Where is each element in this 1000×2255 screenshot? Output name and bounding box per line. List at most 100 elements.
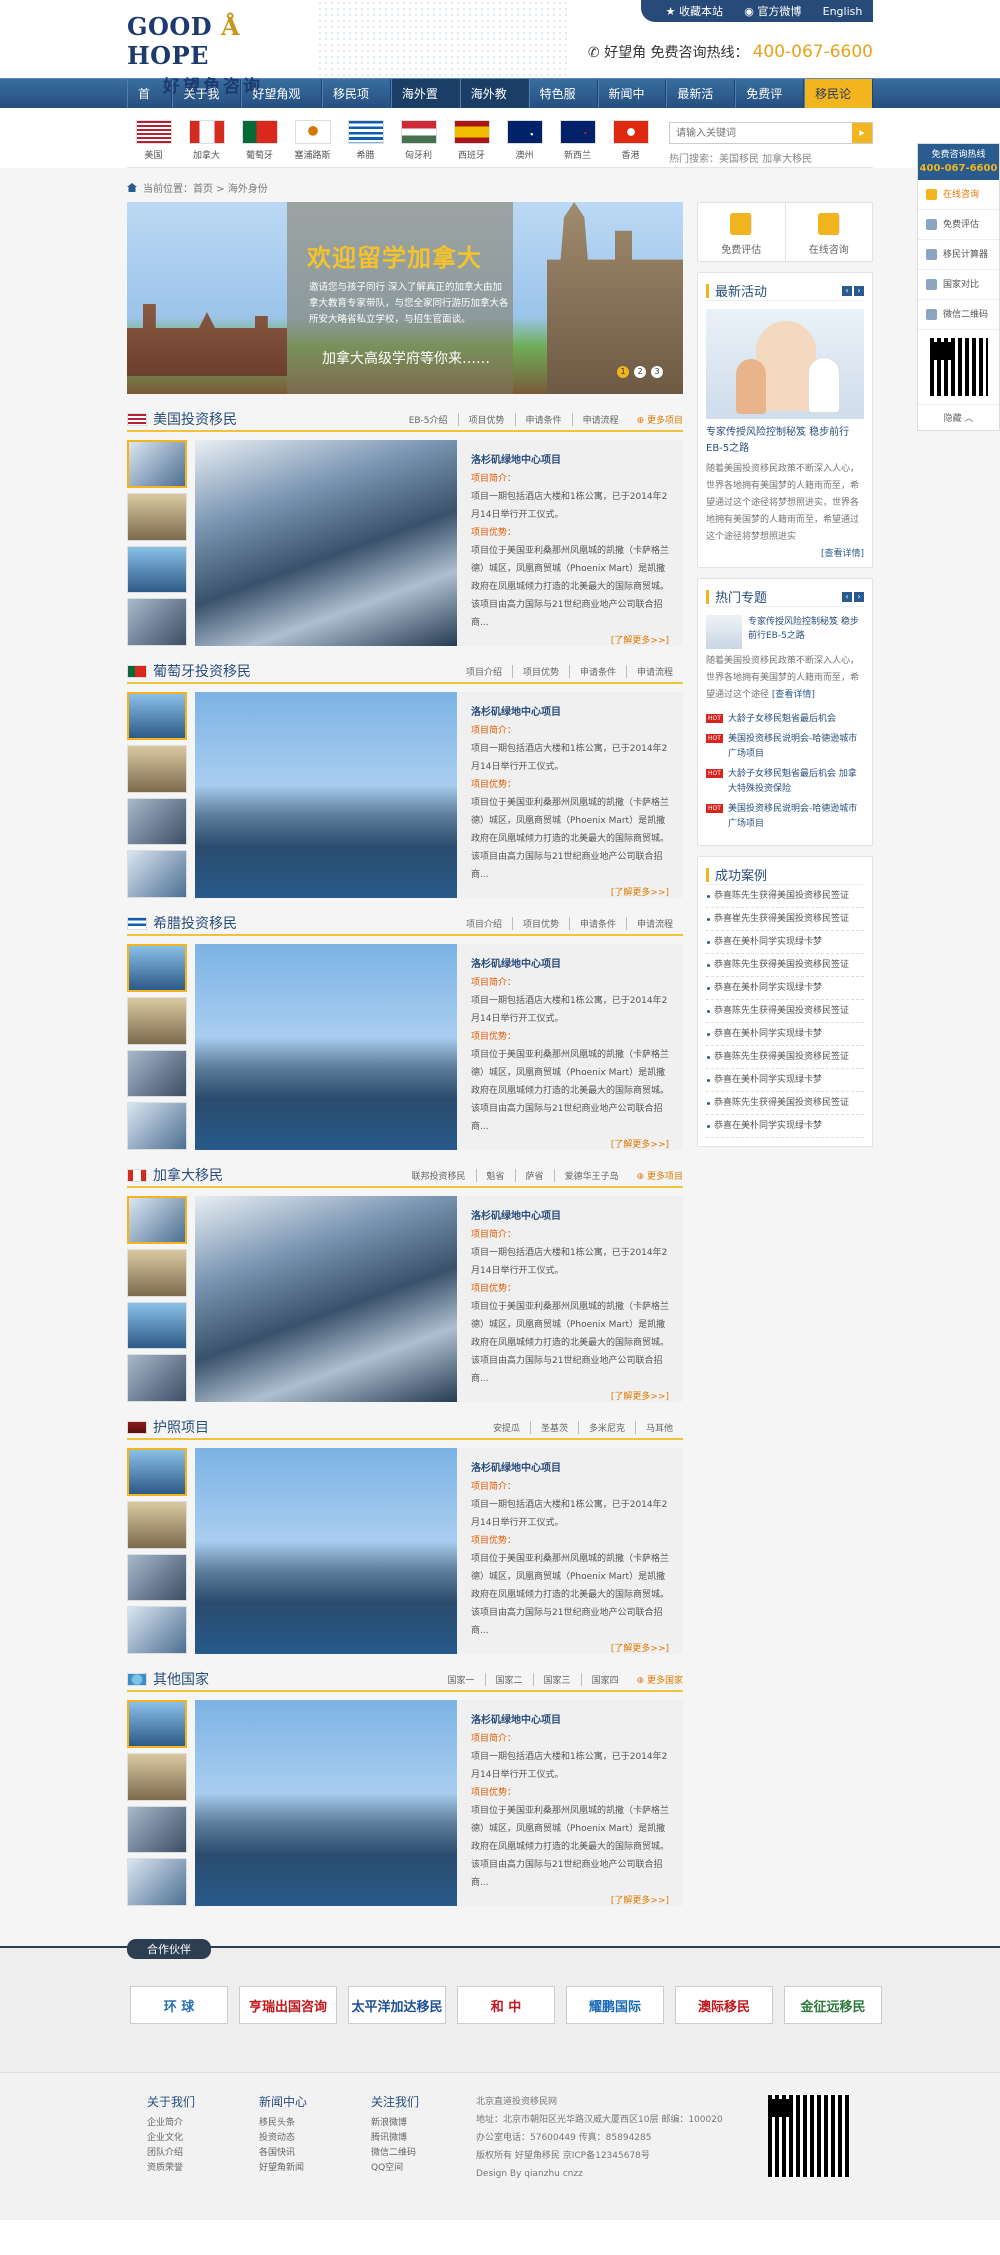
project-title[interactable]: 洛杉矶绿地中心项目 (471, 1712, 669, 1730)
prev-arrow-icon[interactable]: ‹ (842, 591, 852, 602)
nav-item-1[interactable]: 关于我们 (172, 79, 242, 131)
footer-link[interactable]: 企业文化 (147, 2131, 195, 2146)
project-image[interactable] (195, 1448, 457, 1654)
nav-item-2[interactable]: 好望角观点 (241, 79, 322, 131)
thumbnail[interactable] (127, 440, 187, 488)
thumbnail[interactable] (127, 1752, 187, 1801)
thumbnail[interactable] (127, 1858, 187, 1907)
case-item[interactable]: 恭喜在美朴同学实现绿卡梦 (706, 931, 864, 954)
section-link[interactable]: 项目优势 (457, 412, 515, 426)
activity-image[interactable] (706, 309, 864, 419)
nav-item-7[interactable]: 新闻中心 (597, 79, 667, 131)
project-title[interactable]: 洛杉矶绿地中心项目 (471, 956, 669, 974)
case-item[interactable]: 恭喜陈先生获得美国投资移民签证 (706, 1092, 864, 1115)
activity-caption[interactable]: 专家传授风险控制秘笈 稳步前行EB-5之路 (706, 425, 864, 457)
footer-link[interactable]: QQ空间 (371, 2161, 419, 2176)
banner-dot-3[interactable]: 3 (651, 366, 663, 378)
section-link[interactable]: 项目优势 (511, 916, 569, 930)
hot-list-item[interactable]: HOT 美国投资移民说明会-哈德逊城市广场项目 (706, 732, 864, 762)
thumbnail[interactable] (127, 744, 187, 793)
section-link[interactable]: 国家三 (532, 1672, 581, 1686)
footer-link[interactable]: 企业简介 (147, 2116, 195, 2131)
footer-link[interactable]: 新浪微博 (371, 2116, 419, 2131)
case-item[interactable]: 恭喜在美朴同学实现绿卡梦 (706, 1115, 864, 1138)
country-flag-2[interactable]: 葡萄牙 (233, 120, 286, 161)
next-arrow-icon[interactable]: › (854, 285, 864, 296)
project-title[interactable]: 洛杉矶绿地中心项目 (471, 452, 669, 470)
case-item[interactable]: 恭喜陈先生获得美国投资移民签证 (706, 885, 864, 908)
footer-link[interactable]: 团队介绍 (147, 2146, 195, 2161)
section-link[interactable]: 申请条件 (568, 664, 626, 678)
section-link[interactable]: 马耳他 (634, 1420, 683, 1434)
section-link[interactable]: 魁省 (475, 1168, 515, 1182)
nav-item-4[interactable]: 海外置业 (390, 79, 460, 131)
country-flag-0[interactable]: 美国 (127, 120, 180, 161)
float-item-4[interactable]: 微信二维码 (918, 300, 999, 330)
activity-detail-link[interactable]: [查看详情] (706, 546, 864, 559)
section-link[interactable]: 爱德华王子岛 (553, 1168, 629, 1182)
favorite-link[interactable]: ★ 收藏本站 (666, 3, 723, 19)
country-flag-3[interactable]: 塞浦路斯 (286, 120, 339, 161)
project-title[interactable]: 洛杉矶绿地中心项目 (471, 704, 669, 722)
float-item-3[interactable]: 国家对比 (918, 270, 999, 300)
thumbnail[interactable] (127, 1354, 187, 1403)
thumbnail[interactable] (127, 1248, 187, 1297)
case-item[interactable]: 恭喜在美朴同学实现绿卡梦 (706, 1023, 864, 1046)
free-eval-button[interactable]: 免费评估 (698, 203, 786, 261)
nav-item-6[interactable]: 特色服务 (528, 79, 598, 131)
section-link[interactable]: 多米尼克 (577, 1420, 635, 1434)
partner-logo[interactable]: 金征远移民 (784, 1986, 882, 2024)
next-arrow-icon[interactable]: › (854, 591, 864, 602)
section-title[interactable]: 希腊投资移民 (153, 913, 237, 933)
footer-link[interactable]: 腾讯微博 (371, 2131, 419, 2146)
partner-logo[interactable]: 亨瑞出国咨询 (239, 1986, 337, 2024)
search-button[interactable]: ▸ (852, 123, 872, 143)
project-title[interactable]: 洛杉矶绿地中心项目 (471, 1460, 669, 1478)
section-more-link[interactable]: ⊕ 更多国家 (637, 1673, 683, 1686)
section-link[interactable]: 项目介绍 (456, 665, 512, 678)
section-title[interactable]: 护照项目 (153, 1417, 209, 1437)
hot-detail-link[interactable]: [查看详情] (772, 690, 815, 700)
thumbnail[interactable] (127, 598, 187, 647)
nav-item-10[interactable]: 移民论坛 (804, 79, 874, 131)
project-image[interactable] (195, 440, 457, 646)
section-link[interactable]: 申请条件 (568, 916, 626, 930)
learn-more-link[interactable]: [了解更多>>] (471, 1892, 669, 1910)
section-link[interactable]: 国家四 (580, 1672, 629, 1686)
section-link[interactable]: 萨省 (514, 1168, 554, 1182)
thumbnail[interactable] (127, 1049, 187, 1098)
section-link[interactable]: EB-5介绍 (399, 413, 458, 426)
section-more-link[interactable]: ⊕ 更多项目 (637, 1169, 683, 1182)
nav-item-5[interactable]: 海外教育 (459, 79, 529, 131)
hide-widget-button[interactable]: 隐藏 ︿ (918, 404, 999, 424)
footer-link[interactable]: 各国快讯 (259, 2146, 307, 2161)
hot-topic-image[interactable] (706, 615, 742, 649)
float-item-1[interactable]: 免费评估 (918, 210, 999, 240)
section-link[interactable]: 申请条件 (514, 412, 572, 426)
nav-item-9[interactable]: 免费评估 (735, 79, 805, 131)
country-flag-8[interactable]: 新西兰 (551, 120, 604, 161)
section-link[interactable]: 联邦投资移民 (402, 1169, 476, 1182)
english-link[interactable]: English (823, 5, 863, 18)
thumbnail[interactable] (127, 850, 187, 899)
country-flag-7[interactable]: 澳州 (498, 120, 551, 161)
learn-more-link[interactable]: [了解更多>>] (471, 632, 669, 650)
thumbnail[interactable] (127, 996, 187, 1045)
case-item[interactable]: 恭喜崔先生获得美国投资移民签证 (706, 908, 864, 931)
thumbnail[interactable] (127, 545, 187, 594)
country-flag-1[interactable]: 加拿大 (180, 120, 233, 161)
case-item[interactable]: 恭喜在美朴同学实现绿卡梦 (706, 1069, 864, 1092)
section-link[interactable]: 项目优势 (511, 664, 569, 678)
learn-more-link[interactable]: [了解更多>>] (471, 884, 669, 902)
nav-item-0[interactable]: 首页 (127, 79, 173, 131)
online-consult-button[interactable]: 在线咨询 (786, 203, 873, 261)
footer-link[interactable]: 移民头条 (259, 2116, 307, 2131)
section-title[interactable]: 葡萄牙投资移民 (153, 661, 251, 681)
section-link[interactable]: 项目介绍 (456, 917, 512, 930)
float-item-0[interactable]: 在线咨询 (918, 180, 999, 210)
section-title[interactable]: 美国投资移民 (153, 409, 237, 429)
float-item-2[interactable]: 移民计算器 (918, 240, 999, 270)
project-title[interactable]: 洛杉矶绿地中心项目 (471, 1208, 669, 1226)
footer-link[interactable]: 资质荣誉 (147, 2161, 195, 2176)
country-flag-9[interactable]: 香港 (604, 120, 657, 161)
